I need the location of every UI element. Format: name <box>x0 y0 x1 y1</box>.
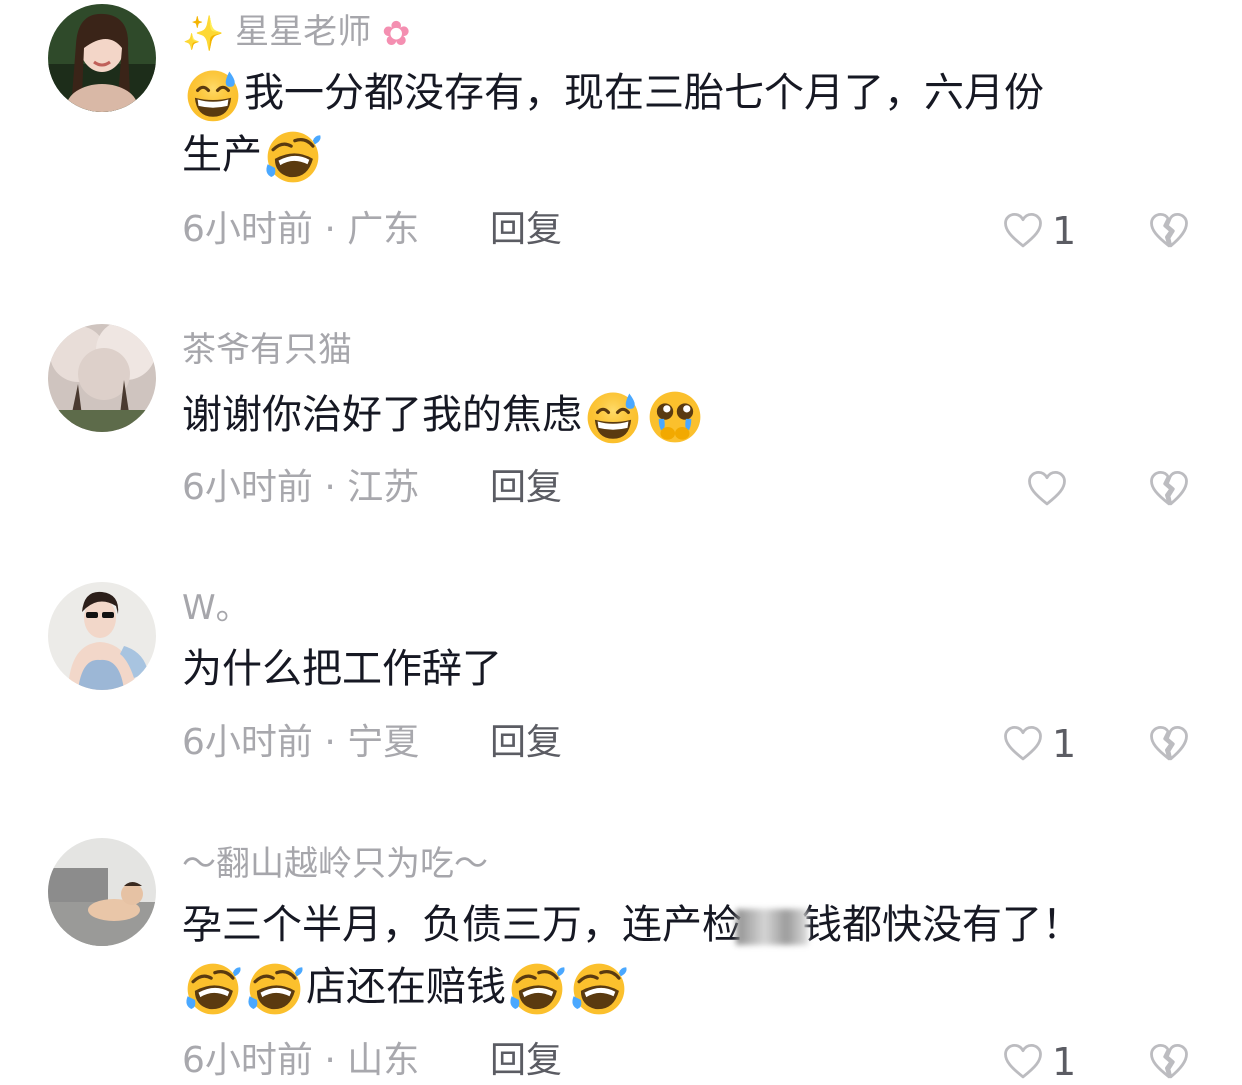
grinning-sweat-emoji <box>584 388 642 446</box>
broken-heart-icon <box>1148 723 1190 765</box>
broken-heart-icon <box>1148 210 1190 252</box>
rolling-laughing-emoji <box>246 960 304 1018</box>
reply-button[interactable]: 回复 <box>490 721 562 765</box>
like-button[interactable]: 1 <box>1002 1040 1076 1084</box>
heart-outline-icon <box>1002 1041 1044 1083</box>
pleading-tears-emoji <box>646 388 704 446</box>
like-count: 1 <box>1052 722 1077 766</box>
sparkles-icon: ✨ <box>182 13 225 54</box>
avatar[interactable] <box>48 324 156 432</box>
rolling-laughing-emoji <box>184 960 242 1018</box>
comment-meta: 6小时前 · 山东 <box>182 1040 420 1081</box>
heart-outline-icon <box>1026 468 1068 510</box>
avatar[interactable] <box>48 4 156 112</box>
avatar[interactable] <box>48 582 156 690</box>
rolling-laughing-emoji <box>264 128 322 186</box>
rolling-laughing-emoji <box>570 960 628 1018</box>
dislike-button[interactable] <box>1148 1041 1190 1083</box>
like-button[interactable] <box>1026 467 1068 511</box>
dislike-button[interactable] <box>1148 210 1190 252</box>
like-count: 1 <box>1052 209 1077 253</box>
broken-heart-icon <box>1148 1041 1190 1083</box>
dislike-button[interactable] <box>1148 468 1190 510</box>
comment-text: 我一分都没存有，现在三胎七个月了，六月份 生产 <box>182 62 1172 186</box>
dislike-button[interactable] <box>1148 723 1190 765</box>
comment-meta: 6小时前 · 广东 <box>182 209 420 250</box>
avatar[interactable] <box>48 838 156 946</box>
grinning-sweat-emoji <box>184 66 242 124</box>
cherry-blossom-icon: ✿ <box>381 13 411 54</box>
broken-heart-icon <box>1148 468 1190 510</box>
username[interactable]: W。 <box>182 588 250 628</box>
like-button[interactable]: 1 <box>1002 722 1076 766</box>
comment-text: 谢谢你治好了我的焦虑 <box>182 384 1172 446</box>
username[interactable]: ～翻山越岭只为吃～ <box>182 844 488 884</box>
like-button[interactable]: 1 <box>1002 209 1076 253</box>
like-count: 1 <box>1052 1040 1077 1084</box>
username[interactable]: 茶爷有只猫 <box>182 330 352 370</box>
reply-button[interactable]: 回复 <box>490 208 562 252</box>
reply-button[interactable]: 回复 <box>490 1039 562 1083</box>
comment-text: 孕三个半月，负债三万，连产检 钱都快没有了！ 店还在赔钱 <box>182 894 1172 1018</box>
username[interactable]: ✨ 星星老师 ✿ <box>182 12 410 54</box>
blur-mask <box>736 909 808 945</box>
comment-meta: 6小时前 · 宁夏 <box>182 722 420 763</box>
heart-outline-icon <box>1002 210 1044 252</box>
comment-text: 为什么把工作辞了 <box>182 646 502 692</box>
heart-outline-icon <box>1002 723 1044 765</box>
rolling-laughing-emoji <box>508 960 566 1018</box>
reply-button[interactable]: 回复 <box>490 466 562 510</box>
comment-meta: 6小时前 · 江苏 <box>182 467 420 508</box>
